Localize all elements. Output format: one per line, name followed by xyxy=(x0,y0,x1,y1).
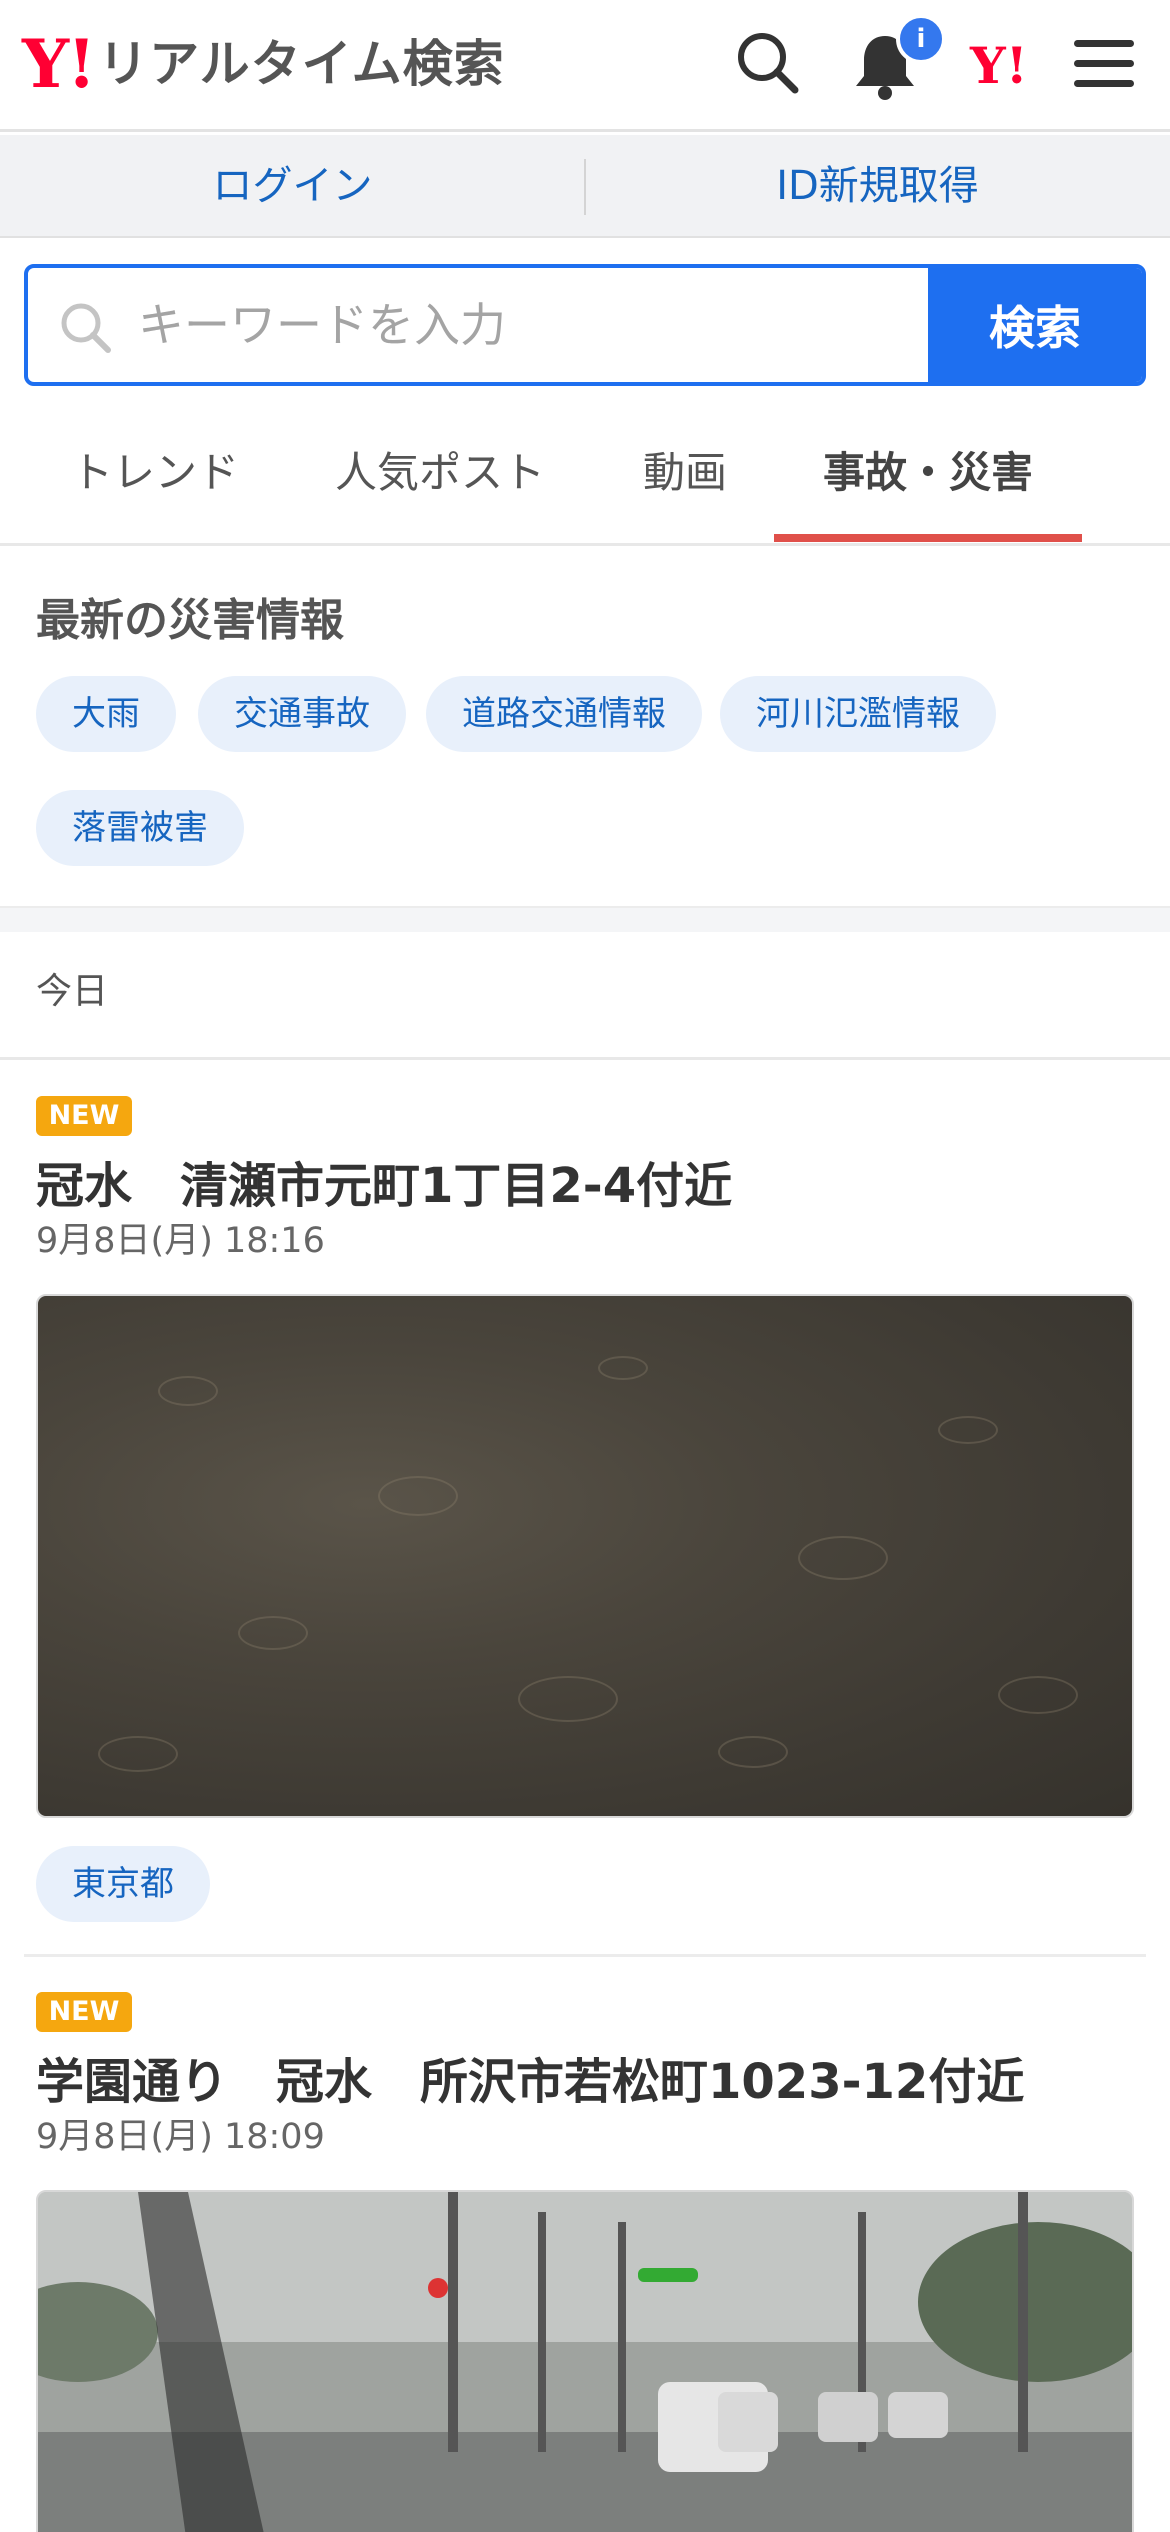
street-scene-image xyxy=(38,2192,1132,2532)
login-link[interactable]: ログイン xyxy=(0,135,585,238)
chip-road-traffic-info[interactable]: 道路交通情報 xyxy=(426,676,702,752)
post-date: 9月8日(月) 18:16 xyxy=(36,1221,325,1261)
notification-badge[interactable]: i xyxy=(896,14,946,64)
new-badge: NEW xyxy=(36,1096,132,1136)
section-separator xyxy=(0,906,1170,932)
chip-heavy-rain[interactable]: 大雨 xyxy=(36,676,176,752)
chip-traffic-accident[interactable]: 交通事故 xyxy=(198,676,406,752)
search-icon[interactable] xyxy=(735,30,801,96)
chip-river-flood-info[interactable]: 河川氾濫情報 xyxy=(720,676,996,752)
post-image[interactable] xyxy=(36,1294,1134,1818)
date-section-label: 今日 xyxy=(36,971,109,1012)
chip-lightning-damage[interactable]: 落雷被害 xyxy=(36,790,244,866)
search-icon xyxy=(61,303,111,353)
tab-trend[interactable]: トレンド xyxy=(40,410,270,546)
tab-accident-disaster[interactable]: 事故・災害 xyxy=(774,410,1082,546)
signup-link[interactable]: ID新規取得 xyxy=(585,135,1170,238)
tab-popular-posts[interactable]: 人気ポスト xyxy=(310,410,570,546)
site-title: リアルタイム検索 xyxy=(98,35,505,93)
post-image[interactable] xyxy=(36,2190,1134,2532)
yahoo-logo-mark: Y! xyxy=(22,25,96,103)
site-logo[interactable]: Y! リアルタイム検索 xyxy=(22,28,505,100)
location-tag[interactable]: 東京都 xyxy=(36,1846,210,1922)
divider xyxy=(0,1057,1170,1060)
yahoo-japan-icon[interactable]: Y! xyxy=(970,38,1028,94)
search-input[interactable] xyxy=(138,268,938,382)
post-date: 9月8日(月) 18:09 xyxy=(36,2117,325,2157)
divider xyxy=(24,1954,1146,1957)
active-tab-indicator xyxy=(774,534,1082,542)
section-title: 最新の災害情報 xyxy=(36,595,344,646)
search-button[interactable]: 検索 xyxy=(928,268,1142,382)
post-title[interactable]: 学園通り 冠水 所沢市若松町1023-12付近 xyxy=(36,2042,1024,2112)
category-tabs: トレンド 人気ポスト 動画 事故・災害 xyxy=(0,410,1170,546)
new-badge: NEW xyxy=(36,1992,132,2032)
post-title[interactable]: 冠水 清瀬市元町1丁目2-4付近 xyxy=(36,1146,732,1216)
app-header: Y! リアルタイム検索 i Y! xyxy=(0,0,1170,132)
search-box: 検索 xyxy=(24,264,1146,386)
tab-video[interactable]: 動画 xyxy=(600,410,770,546)
menu-icon[interactable] xyxy=(1072,36,1136,92)
login-bar: ログイン ID新規取得 xyxy=(0,135,1170,238)
